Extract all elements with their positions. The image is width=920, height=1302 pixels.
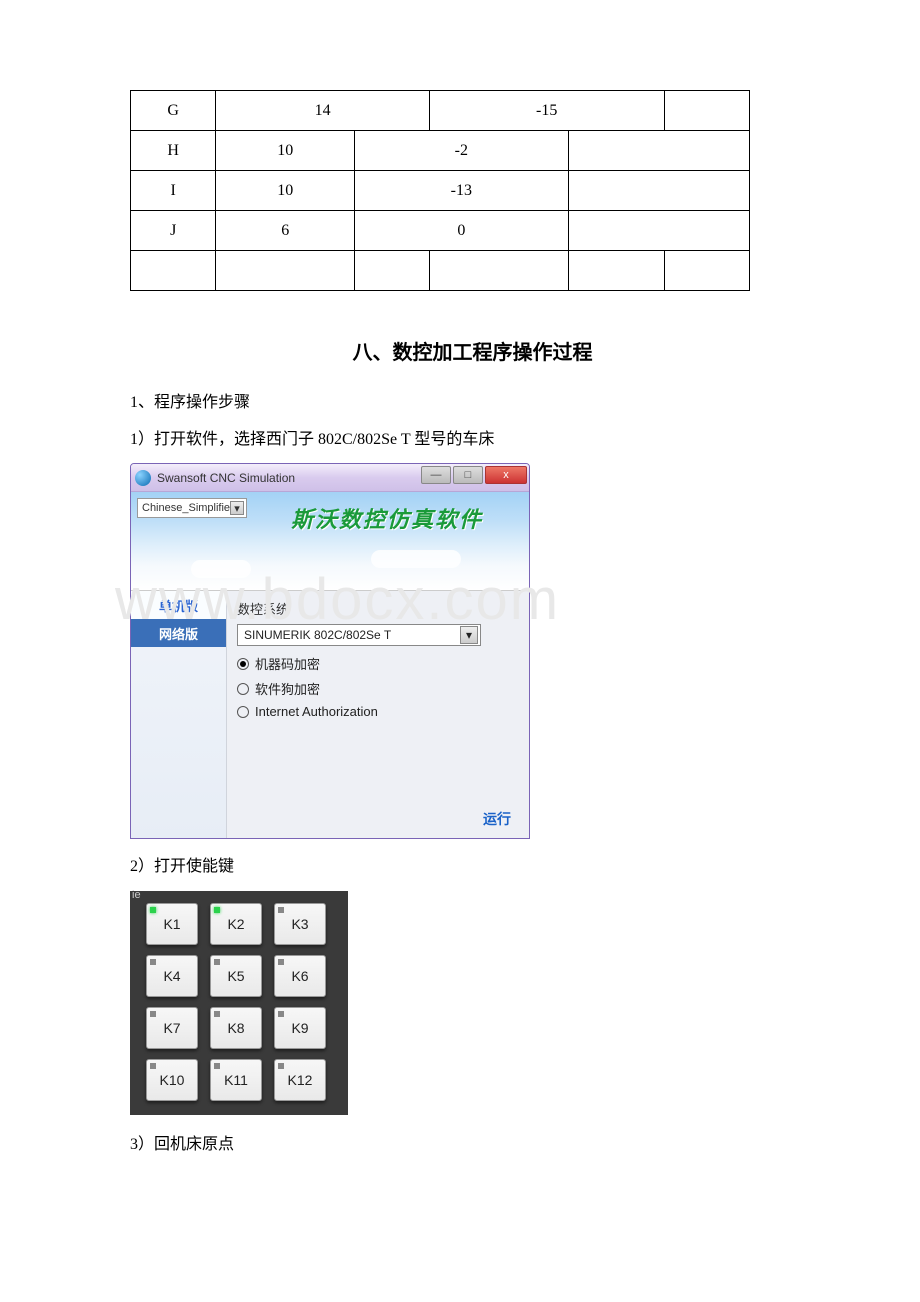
- cell: [568, 251, 664, 291]
- cell: 10: [216, 131, 355, 171]
- table-row: J 6 0: [131, 211, 750, 251]
- table-row: [131, 251, 750, 291]
- key-k7[interactable]: K7: [146, 1007, 198, 1049]
- group-label: 数控系统: [237, 599, 519, 618]
- window-title: Swansoft CNC Simulation: [157, 471, 295, 485]
- cell: -2: [355, 131, 568, 171]
- cell: [568, 131, 749, 171]
- radio-icon: [237, 658, 249, 670]
- cnc-system-select[interactable]: SINUMERIK 802C/802Se T ▾: [237, 624, 481, 646]
- chevron-down-icon: ▾: [460, 626, 478, 644]
- key-k11[interactable]: K11: [210, 1059, 262, 1101]
- cell: 10: [216, 171, 355, 211]
- step-3-text: 3）回机床原点: [130, 1131, 815, 1158]
- radio-label: Internet Authorization: [255, 704, 378, 719]
- cell: [429, 251, 568, 291]
- cell: [131, 251, 216, 291]
- table-row: I 10 -13: [131, 171, 750, 211]
- language-select[interactable]: Chinese_Simplifie ▾: [137, 498, 247, 518]
- table-row: H 10 -2: [131, 131, 750, 171]
- cell: H: [131, 131, 216, 171]
- cell: [355, 251, 430, 291]
- cell: [216, 251, 355, 291]
- step-heading: 1、程序操作步骤: [130, 389, 815, 416]
- cell: [664, 91, 749, 131]
- key-k10[interactable]: K10: [146, 1059, 198, 1101]
- enable-key-panel: ie K1 K2 K3 K4 K5 K6 K7 K8 K9 K10 K11 K1…: [130, 891, 348, 1115]
- coordinates-table: G 14 -15 H 10 -2 I 10 -13 J 6 0: [130, 90, 750, 291]
- cell: [568, 171, 749, 211]
- step-2-text: 2）打开使能键: [130, 853, 815, 880]
- close-button[interactable]: x: [485, 466, 527, 484]
- key-k12[interactable]: K12: [274, 1059, 326, 1101]
- key-k5[interactable]: K5: [210, 955, 262, 997]
- cell: -15: [429, 91, 664, 131]
- radio-icon: [237, 706, 249, 718]
- step-1-text: 1）打开软件，选择西门子 802C/802Se T 型号的车床: [130, 426, 815, 453]
- radio-internet-auth[interactable]: Internet Authorization: [237, 704, 519, 719]
- radio-label: 机器码加密: [255, 654, 320, 673]
- cnc-system-value: SINUMERIK 802C/802Se T: [244, 628, 391, 642]
- cell: 6: [216, 211, 355, 251]
- cell: [568, 211, 749, 251]
- banner: Chinese_Simplifie ▾ 斯沃数控仿真软件: [131, 492, 529, 590]
- tab-network[interactable]: 网络版: [131, 619, 226, 647]
- key-k3[interactable]: K3: [274, 903, 326, 945]
- cell: [664, 251, 749, 291]
- cell: G: [131, 91, 216, 131]
- section-title: 八、数控加工程序操作过程: [130, 336, 815, 365]
- app-icon: [135, 470, 151, 486]
- banner-text: 斯沃数控仿真软件: [291, 502, 483, 534]
- right-panel: 数控系统 SINUMERIK 802C/802Se T ▾ 机器码加密 软件狗加…: [227, 591, 529, 839]
- cell: -13: [355, 171, 568, 211]
- radio-label: 软件狗加密: [255, 679, 320, 698]
- key-k4[interactable]: K4: [146, 955, 198, 997]
- panel-corner-label: ie: [132, 889, 141, 901]
- cell: 14: [216, 91, 429, 131]
- minimize-button[interactable]: —: [421, 466, 451, 484]
- key-k1[interactable]: K1: [146, 903, 198, 945]
- cell: 0: [355, 211, 568, 251]
- radio-icon: [237, 683, 249, 695]
- key-k6[interactable]: K6: [274, 955, 326, 997]
- maximize-button[interactable]: □: [453, 466, 483, 484]
- left-tabs: 单机版 网络版: [131, 591, 227, 839]
- language-value: Chinese_Simplifie: [142, 502, 230, 514]
- key-k8[interactable]: K8: [210, 1007, 262, 1049]
- key-k9[interactable]: K9: [274, 1007, 326, 1049]
- key-k2[interactable]: K2: [210, 903, 262, 945]
- chevron-down-icon: ▾: [230, 501, 244, 515]
- cell: I: [131, 171, 216, 211]
- run-link[interactable]: 运行: [483, 809, 511, 829]
- cell: J: [131, 211, 216, 251]
- swansoft-window: Swansoft CNC Simulation — □ x Chinese_Si…: [130, 463, 530, 839]
- radio-machine-code[interactable]: 机器码加密: [237, 654, 519, 673]
- radio-dongle[interactable]: 软件狗加密: [237, 679, 519, 698]
- window-titlebar: Swansoft CNC Simulation — □ x: [131, 464, 529, 492]
- tab-standalone[interactable]: 单机版: [131, 591, 226, 619]
- table-row: G 14 -15: [131, 91, 750, 131]
